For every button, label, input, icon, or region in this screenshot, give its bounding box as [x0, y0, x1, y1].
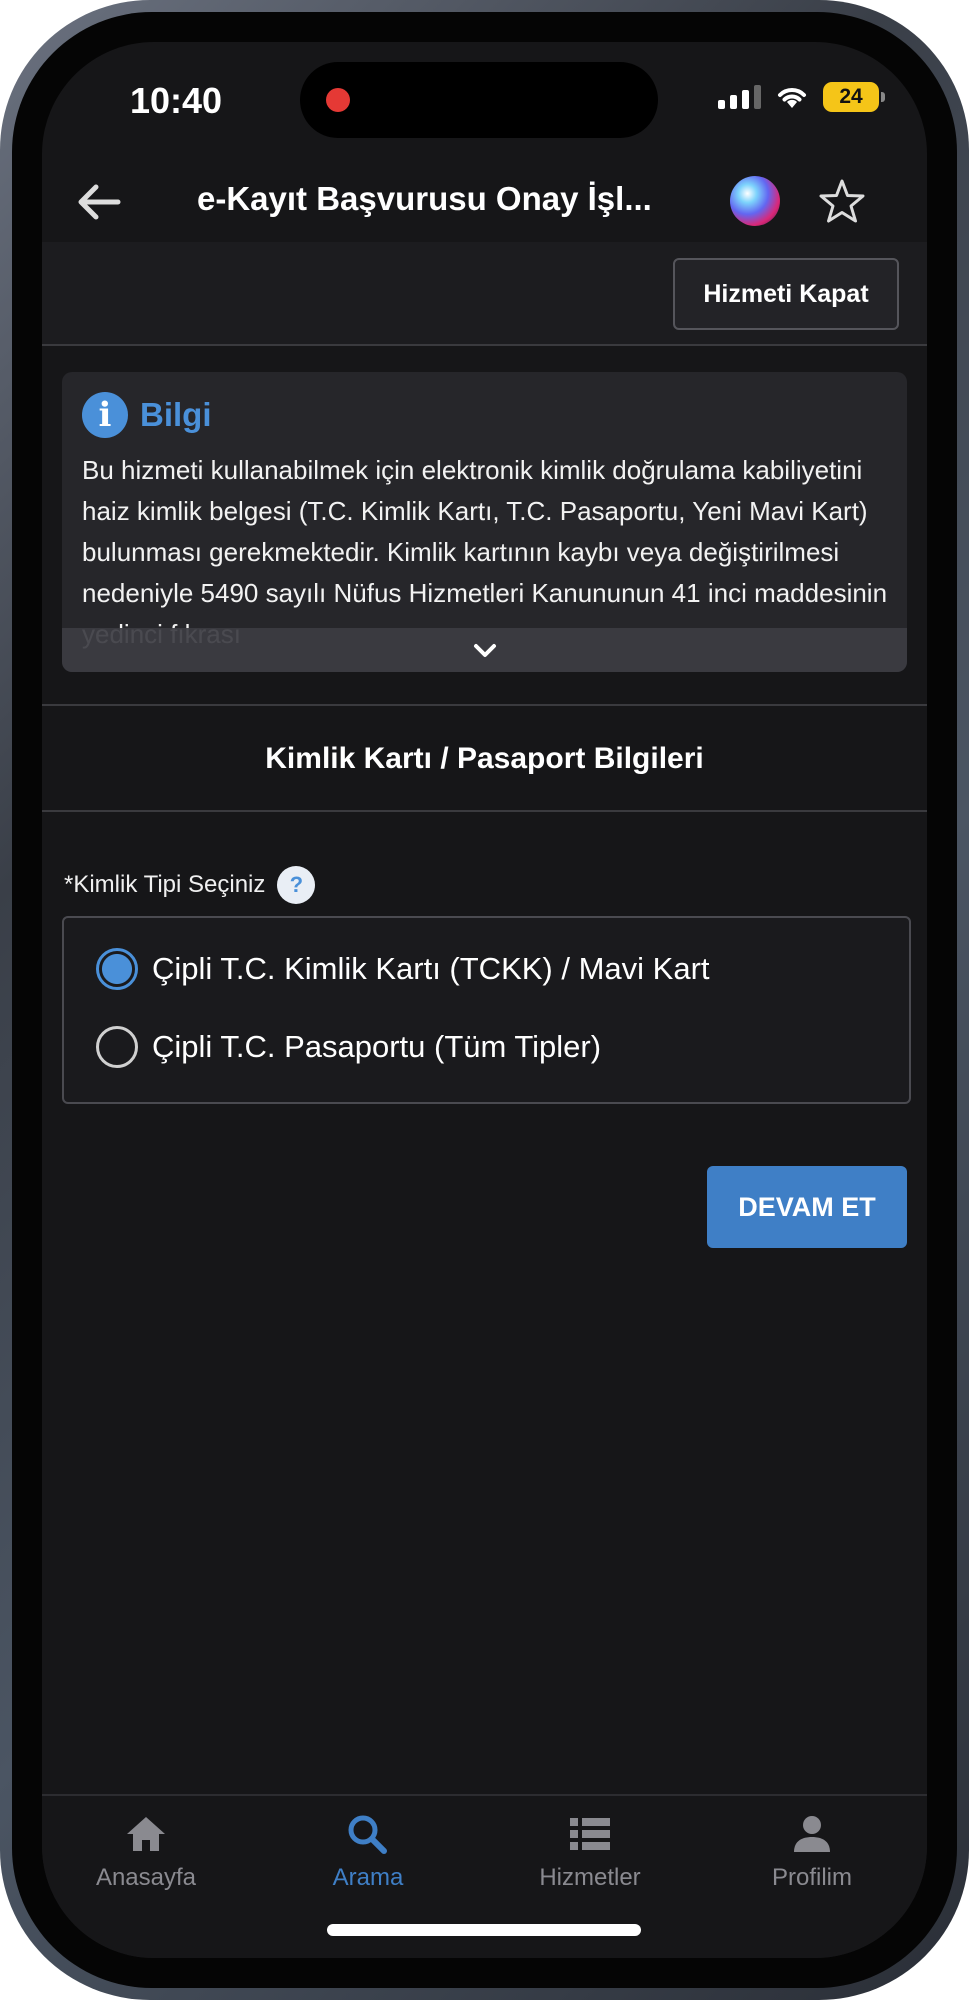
info-icon: i [82, 392, 128, 438]
radio-unselected-icon[interactable] [96, 1026, 138, 1068]
divider [42, 704, 927, 706]
page-title: e-Kayıt Başvurusu Onay İşl... [197, 180, 652, 217]
star-outline-icon[interactable] [816, 176, 868, 228]
list-icon [570, 1818, 610, 1850]
radio-option-label: Çipli T.C. Kimlik Kartı (TCKK) / Mavi Ka… [152, 951, 710, 986]
arrow-left-icon[interactable] [72, 176, 124, 228]
service-toolbar: Hizmeti Kapat [42, 242, 927, 346]
info-header: i Bilgi [82, 392, 212, 438]
tab-label: Profilim [771, 1864, 852, 1891]
continue-button[interactable]: DEVAM ET [707, 1166, 907, 1248]
tab-profile[interactable]: Profilim [712, 1814, 912, 1892]
siri-orb-icon[interactable] [730, 176, 780, 226]
battery-icon: 24 [823, 82, 885, 112]
chevron-down-icon [473, 644, 496, 657]
radio-selected-icon[interactable] [96, 948, 138, 990]
dynamic-island [300, 62, 658, 138]
wifi-icon [778, 88, 806, 108]
app-screen: 10:40 24 e-Kayıt Başvurusu Onay İşl... H… [42, 42, 927, 1958]
recording-indicator-icon [326, 88, 350, 112]
expand-info-button[interactable] [62, 628, 907, 672]
tab-search[interactable]: Arama [268, 1814, 468, 1892]
id-type-label: *Kimlik Tipi Seçiniz ? [64, 866, 316, 904]
id-type-radio-group: Çipli T.C. Kimlik Kartı (TCKK) / Mavi Ka… [62, 916, 911, 1104]
help-icon[interactable]: ? [277, 866, 316, 904]
close-service-button[interactable]: Hizmeti Kapat [673, 258, 899, 330]
tab-label: Hizmetler [539, 1864, 641, 1891]
cellular-signal-icon [718, 85, 761, 109]
id-type-label-text: *Kimlik Tipi Seçiniz [64, 871, 266, 898]
status-time: 10:40 [130, 80, 223, 121]
divider [42, 810, 927, 812]
info-card: i Bilgi Bu hizmeti kullanabilmek için el… [62, 372, 907, 672]
tab-services[interactable]: Hizmetler [490, 1814, 690, 1892]
radio-option-passport[interactable]: Çipli T.C. Pasaportu (Tüm Tipler) [96, 1026, 601, 1068]
radio-option-label: Çipli T.C. Pasaportu (Tüm Tipler) [152, 1029, 602, 1064]
user-icon [794, 1816, 830, 1852]
tab-label: Anasayfa [95, 1864, 197, 1891]
info-title: Bilgi [140, 396, 212, 433]
search-icon [348, 1815, 387, 1854]
section-title: Kimlik Kartı / Pasaport Bilgileri [265, 742, 704, 775]
home-icon [127, 1817, 165, 1851]
status-icons: 24 [718, 82, 885, 112]
home-indicator[interactable] [327, 1924, 641, 1936]
radio-option-tckk[interactable]: Çipli T.C. Kimlik Kartı (TCKK) / Mavi Ka… [96, 948, 710, 990]
app-header: e-Kayıt Başvurusu Onay İşl... [42, 162, 927, 242]
info-text: Bu hizmeti kullanabilmek için elektronik… [82, 455, 888, 649]
tab-home[interactable]: Anasayfa [46, 1814, 246, 1892]
tab-label: Arama [332, 1864, 404, 1891]
